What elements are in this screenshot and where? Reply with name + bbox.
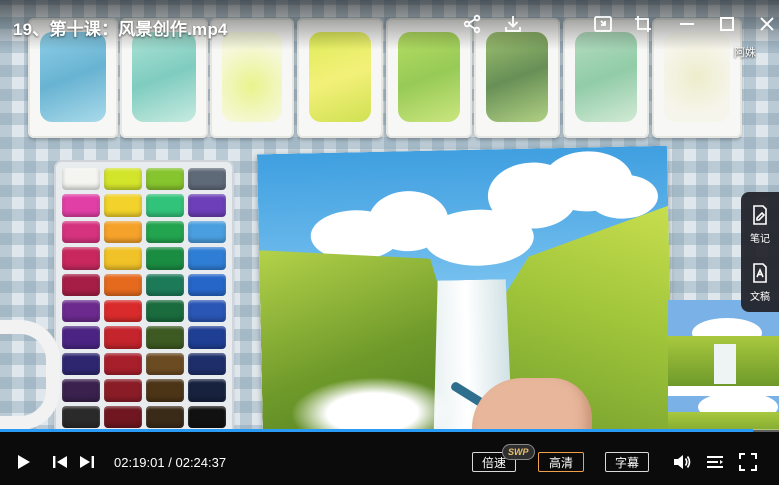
gouache-palette: [56, 162, 232, 434]
time-separator: /: [168, 455, 172, 470]
quality-button[interactable]: 高清: [538, 452, 584, 472]
side-panel: 笔记 文稿: [741, 192, 779, 312]
video-title: 19、第十课：风景创作.mp4: [13, 20, 228, 39]
progress-bar[interactable]: [0, 429, 779, 432]
playlist-icon: [707, 456, 723, 468]
previous-button[interactable]: [49, 451, 71, 473]
notes-label: 笔记: [750, 234, 770, 245]
progress-fill: [0, 429, 753, 432]
playlist-button[interactable]: [704, 451, 726, 473]
video-frame[interactable]: [0, 0, 779, 485]
note-edit-icon: [753, 205, 767, 225]
close-icon[interactable]: [756, 13, 778, 35]
play-button[interactable]: [12, 451, 34, 473]
skip-previous-icon: [53, 456, 67, 468]
crop-icon[interactable]: [632, 13, 654, 35]
video-player[interactable]: 19、第十课：风景创作.mp4 阿姝 笔记 文稿 02:19:01 / 02:2…: [0, 0, 779, 485]
current-time: 02:19:01: [114, 455, 165, 470]
total-time: 02:24:37: [175, 455, 227, 470]
fullscreen-button[interactable]: [737, 451, 759, 473]
fullscreen-icon: [739, 453, 757, 471]
share-icon[interactable]: [461, 13, 483, 35]
reference-photo: [668, 300, 779, 435]
play-icon: [18, 455, 30, 469]
swp-badge: SWP: [502, 444, 535, 460]
maximize-icon[interactable]: [716, 13, 738, 35]
notes-button[interactable]: 笔记: [741, 196, 779, 248]
skip-next-icon: [80, 456, 94, 468]
download-icon[interactable]: [502, 13, 524, 35]
volume-icon: [674, 455, 691, 469]
watermark-text: 阿姝: [734, 47, 756, 59]
time-display: 02:19:01 / 02:24:37: [114, 455, 226, 470]
transcript-button[interactable]: 文稿: [741, 254, 779, 306]
subtitle-button[interactable]: 字幕: [605, 452, 649, 472]
transcript-label: 文稿: [750, 292, 770, 303]
next-button[interactable]: [76, 451, 98, 473]
document-text-icon: [753, 263, 767, 283]
water-container: [0, 320, 60, 430]
volume-button[interactable]: [671, 451, 693, 473]
picture-in-picture-icon[interactable]: [592, 13, 614, 35]
title-bar: 19、第十课：风景创作.mp4: [0, 0, 779, 50]
minimize-icon[interactable]: [676, 13, 698, 35]
landscape-painting: [256, 145, 674, 447]
